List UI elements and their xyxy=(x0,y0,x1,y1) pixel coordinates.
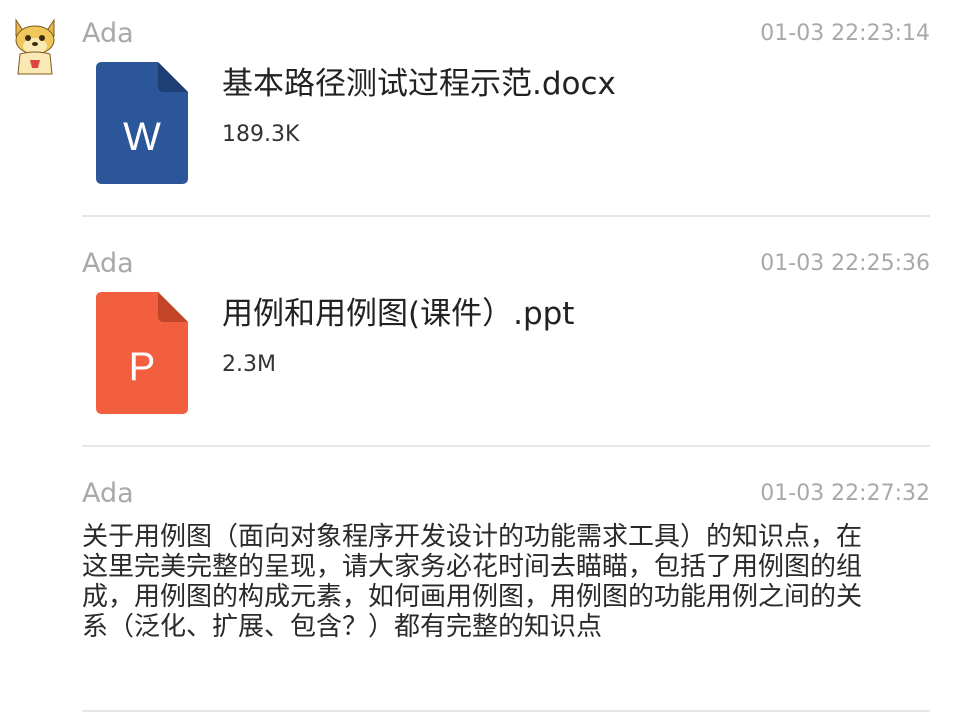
message-divider xyxy=(82,445,930,447)
file-size: 2.3M xyxy=(222,352,276,377)
message-time: 01-03 22:27:32 xyxy=(760,481,930,506)
sender-name: Ada xyxy=(82,18,134,49)
message-time: 01-03 22:23:14 xyxy=(760,21,930,46)
avatar[interactable] xyxy=(12,16,58,76)
powerpoint-file-icon[interactable]: P xyxy=(96,292,188,414)
message-item: Ada 01-03 22:25:36 P 用例和用例图(课件）.ppt 2.3M xyxy=(82,248,930,448)
sender-name: Ada xyxy=(82,478,134,509)
sender-name: Ada xyxy=(82,248,134,279)
file-type-letter: W xyxy=(123,115,161,159)
file-type-letter: P xyxy=(129,345,156,389)
message-item: Ada 01-03 22:27:32 关于用例图（面向对象程序开发设计的功能需求… xyxy=(82,478,930,708)
message-time: 01-03 22:25:36 xyxy=(760,251,930,276)
word-file-icon[interactable]: W xyxy=(96,62,188,184)
message-item: Ada 01-03 22:23:14 W 基本路径测试过程示范.docx 189… xyxy=(82,18,930,218)
message-text[interactable]: 关于用例图（面向对象程序开发设计的功能需求工具）的知识点，在这里完美完整的呈现，… xyxy=(82,522,872,642)
file-name[interactable]: 基本路径测试过程示范.docx xyxy=(222,64,616,104)
message-divider xyxy=(82,710,930,712)
message-divider xyxy=(82,215,930,217)
file-size: 189.3K xyxy=(222,122,300,147)
file-name[interactable]: 用例和用例图(课件）.ppt xyxy=(222,294,574,334)
